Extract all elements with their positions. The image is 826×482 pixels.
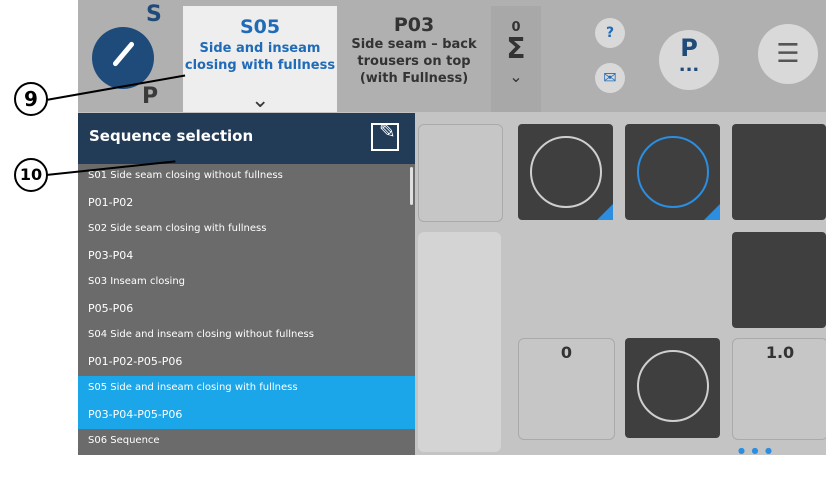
chevron-down-icon: ⌄ xyxy=(251,88,270,113)
chevron-down-icon: ⌄ xyxy=(509,67,523,86)
scrollbar[interactable] xyxy=(410,167,413,205)
list-item[interactable]: S06 Sequence xyxy=(78,429,415,482)
active-tab-description: Side and inseam closing with fullness xyxy=(184,41,336,73)
tile-counter-value: 0 xyxy=(560,343,573,362)
piece-counter[interactable]: 0 Σ ⌄ xyxy=(491,6,541,112)
callout-10: 10 xyxy=(14,158,48,192)
mail-icon[interactable]: ✉ xyxy=(595,63,625,93)
sequence-name: S02 Side seam closing with fullness xyxy=(88,223,267,234)
sequence-name: S05 Side and inseam closing with fullnes… xyxy=(88,382,298,393)
sequence-name: S03 Inseam closing xyxy=(88,276,186,287)
sequence-programs: P01-P02-P05-P06 xyxy=(88,355,183,368)
program-tab-code: P03 xyxy=(393,14,435,36)
sequence-programs: P05-P06 xyxy=(88,302,134,315)
program-dots: ... xyxy=(678,55,700,76)
mode-p-label: P xyxy=(142,84,159,109)
sequence-list: S01 Side seam closing without fullness P… xyxy=(78,164,415,455)
foot-icon xyxy=(637,136,709,208)
menu-icon[interactable]: ☰ xyxy=(758,24,818,84)
tile-hand-thread[interactable] xyxy=(732,124,826,220)
tile-fabric-feed[interactable] xyxy=(518,124,613,220)
sigma-icon: Σ xyxy=(506,32,526,65)
page-indicator: ● ● ● xyxy=(738,446,775,455)
tile-foot-position[interactable] xyxy=(625,124,720,220)
panel-title: Sequence selection xyxy=(89,127,254,145)
edit-icon[interactable] xyxy=(371,119,399,151)
tile-hand-needle[interactable] xyxy=(732,232,826,328)
tile-pedal[interactable] xyxy=(625,338,720,438)
tab-active-sequence[interactable]: S05 Side and inseam closing with fullnes… xyxy=(183,6,337,113)
tile-counter[interactable]: 0 xyxy=(518,338,615,440)
tile-placeholder[interactable] xyxy=(418,124,503,222)
corner-indicator xyxy=(704,204,720,220)
sequence-name: S06 Sequence xyxy=(88,435,160,446)
panel-header: Sequence selection xyxy=(78,113,415,164)
list-item[interactable]: S04 Side and inseam closing without full… xyxy=(78,323,415,376)
fabric-icon xyxy=(530,136,602,208)
sequence-name: S04 Side and inseam closing without full… xyxy=(88,329,314,340)
tile-display[interactable] xyxy=(418,232,501,452)
program-tab-description: Side seam – back trousers on top (with F… xyxy=(351,37,477,86)
top-bar: S P S05 Side and inseam closing with ful… xyxy=(78,0,826,113)
sequence-name: S01 Side seam closing without fullness xyxy=(88,170,283,181)
sequence-programs: P03-P04-P05-P06 xyxy=(88,408,183,421)
tile-stitch-length[interactable]: 1.0 xyxy=(732,338,826,440)
program-button[interactable]: P ... xyxy=(659,30,719,90)
sequence-programs: P03-P04 xyxy=(88,249,134,262)
list-item[interactable]: S01 Side seam closing without fullness P… xyxy=(78,164,415,217)
mode-s-label: S xyxy=(146,2,162,27)
callout-9: 9 xyxy=(14,82,48,116)
corner-indicator xyxy=(597,204,613,220)
mode-dial-icon[interactable] xyxy=(92,27,154,89)
list-item[interactable]: S03 Inseam closing P05-P06 xyxy=(78,270,415,323)
tab-program[interactable]: P03 Side seam – back trousers on top (wi… xyxy=(337,6,491,112)
pedal-icon xyxy=(637,350,709,422)
list-item[interactable]: S02 Side seam closing with fullness P03-… xyxy=(78,217,415,270)
help-button[interactable]: ? xyxy=(595,18,625,48)
tile-stitch-value: 1.0 xyxy=(765,343,795,362)
sequence-programs: P01-P02 xyxy=(88,196,134,209)
active-tab-code: S05 xyxy=(239,16,281,38)
list-item-selected[interactable]: S05 Side and inseam closing with fullnes… xyxy=(78,376,415,429)
